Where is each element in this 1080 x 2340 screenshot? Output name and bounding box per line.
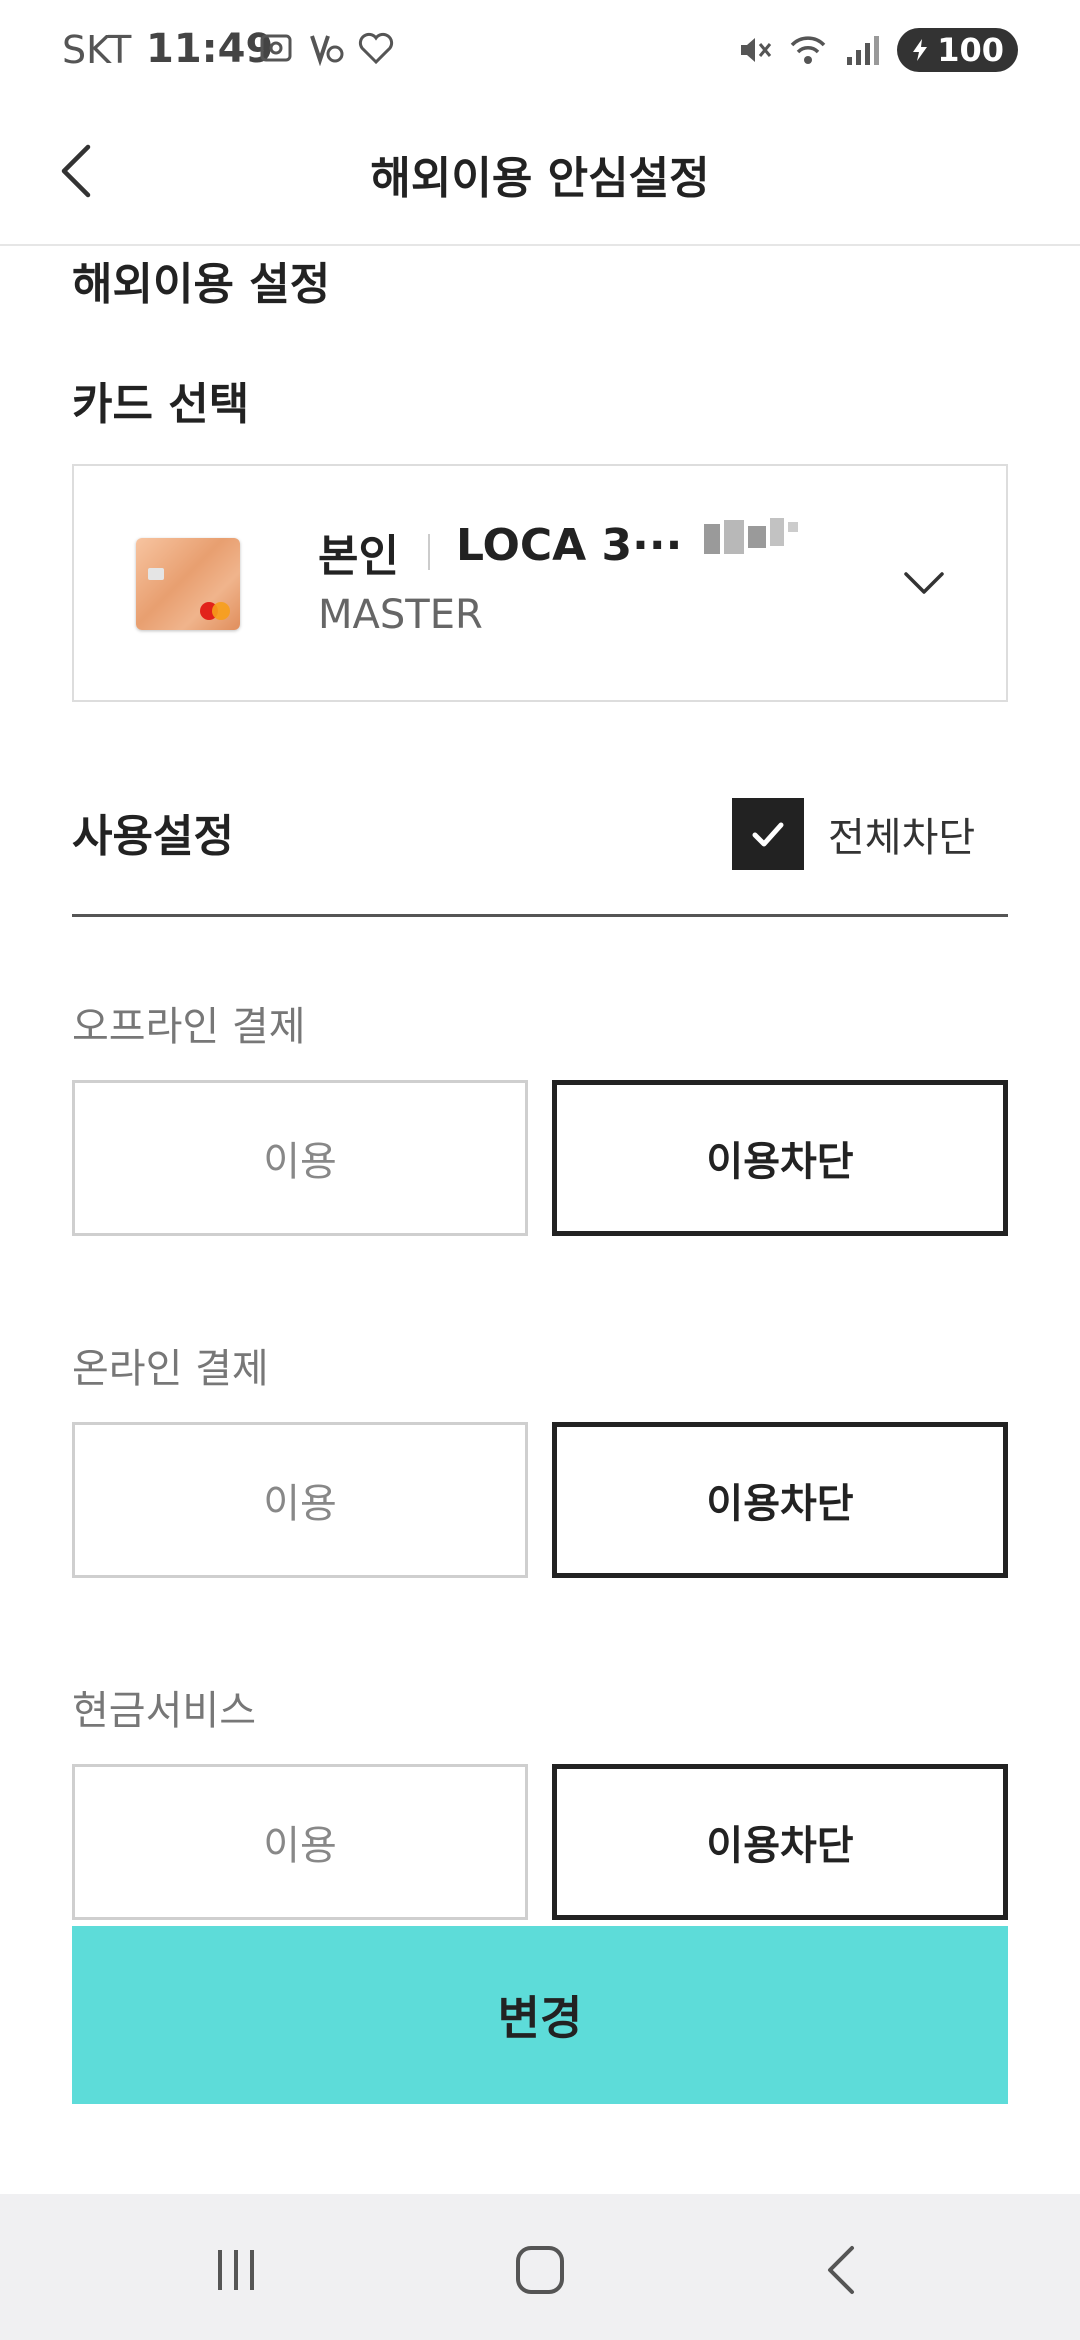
app-header: 해외이용 안심설정 xyxy=(0,100,1080,246)
carrier-label: SKT xyxy=(62,28,132,72)
status-icons-left xyxy=(258,30,394,67)
battery-level: 100 xyxy=(937,31,1004,69)
check-icon xyxy=(752,822,784,847)
online-allow-button[interactable]: 이용 xyxy=(72,1422,528,1578)
page-title: 해외이용 안심설정 xyxy=(370,153,710,204)
clock: 11:49 xyxy=(146,26,274,72)
section-divider xyxy=(72,914,1008,917)
offline-allow-button[interactable]: 이용 xyxy=(72,1080,528,1236)
card-image xyxy=(136,538,240,630)
home-icon xyxy=(516,2246,564,2294)
cash-service-label: 현금서비스 xyxy=(72,1688,256,1734)
card-select-label: 카드 선택 xyxy=(72,379,250,430)
one-ui-icon xyxy=(358,30,394,66)
block-all-checkbox[interactable] xyxy=(732,798,804,870)
recent-apps-button[interactable] xyxy=(196,2230,276,2310)
card-name: LOCA 3··· xyxy=(456,520,683,571)
chevron-down-icon xyxy=(904,572,944,594)
block-all-toggle[interactable]: 전체차단 xyxy=(732,798,975,870)
card-owner: 본인 xyxy=(318,531,399,582)
card-chip xyxy=(148,568,164,580)
home-button[interactable] xyxy=(500,2230,580,2310)
wifi-icon xyxy=(789,31,827,69)
change-button[interactable]: 변경 xyxy=(72,1926,1008,2104)
battery-indicator: 100 xyxy=(897,28,1018,72)
card-brand: MASTER xyxy=(318,592,483,638)
navigation-bar xyxy=(0,2194,1080,2340)
mastercard-logo xyxy=(200,602,230,620)
back-icon xyxy=(828,2246,854,2294)
online-block-button[interactable]: 이용차단 xyxy=(552,1422,1008,1578)
offline-payment-label: 오프라인 결제 xyxy=(72,1004,306,1050)
usage-settings-title: 사용설정 xyxy=(72,811,234,862)
cash-block-button[interactable]: 이용차단 xyxy=(552,1764,1008,1920)
status-icons-right: 100 xyxy=(735,28,1018,72)
battery-icon xyxy=(913,39,928,61)
offline-block-button[interactable]: 이용차단 xyxy=(552,1080,1008,1236)
cash-allow-button[interactable]: 이용 xyxy=(72,1764,528,1920)
system-back-button[interactable] xyxy=(802,2230,882,2310)
volte-icon xyxy=(308,30,344,67)
section-title: 해외이용 설정 xyxy=(72,259,331,310)
card-select-dropdown[interactable]: 본인 LOCA 3··· MASTER xyxy=(72,464,1008,702)
online-payment-label: 온라인 결제 xyxy=(72,1346,269,1392)
recent-apps-icon xyxy=(218,2250,254,2290)
status-bar: SKT 11:49 100 xyxy=(0,0,1080,100)
screenshot-icon xyxy=(258,30,294,66)
block-all-label: 전체차단 xyxy=(828,815,976,861)
screen: SKT 11:49 100 해외이용 안심설정 해외이용 설정 카드 선택 본인… xyxy=(0,0,1080,2340)
masked-card-number xyxy=(704,518,802,558)
mute-icon xyxy=(735,31,773,69)
signal-icon xyxy=(843,31,881,69)
card-divider xyxy=(428,534,430,570)
